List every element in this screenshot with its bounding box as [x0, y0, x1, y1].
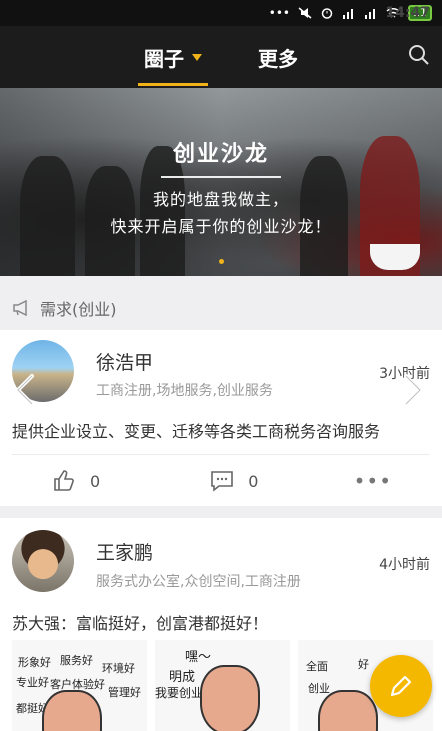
- compose-fab-button[interactable]: [370, 655, 432, 717]
- avatar[interactable]: [12, 530, 74, 592]
- meme-face: [42, 690, 102, 731]
- meme-text: 创业: [308, 682, 330, 695]
- search-icon[interactable]: [408, 44, 430, 66]
- meme-text: 好: [358, 658, 369, 671]
- megaphone-icon: [13, 300, 27, 316]
- like-button[interactable]: 0: [52, 469, 100, 493]
- meme-text: 我要创业: [155, 686, 204, 700]
- post-author-name[interactable]: 徐浩甲: [96, 348, 153, 375]
- carousel-indicator: [0, 259, 442, 264]
- comment-icon: [211, 471, 233, 492]
- divider: [12, 454, 430, 455]
- like-count: 0: [90, 471, 101, 491]
- active-tab-indicator: [138, 83, 208, 86]
- meme-text: 明成: [169, 670, 196, 685]
- post-image[interactable]: 形象好 服务好 专业好 客户体验好 环境好 管理好 都挺好: [12, 640, 147, 731]
- chevron-left-icon[interactable]: [10, 372, 42, 408]
- carousel-dot-active: [218, 259, 224, 264]
- tab-circle[interactable]: 圈子: [138, 26, 208, 88]
- post-content: 提供企业设立、变更、迁移等各类工商税务咨询服务: [12, 422, 381, 441]
- signal-icon-2: [365, 9, 375, 19]
- more-dots-icon: •••: [268, 6, 290, 20]
- thumbs-up-icon: [54, 470, 74, 491]
- coffee-cup-image: [370, 244, 420, 270]
- meme-text: 专业好: [16, 676, 49, 689]
- banner-subtitle: 我的地盘我做主， 快来开启属于你的创业沙龙！: [0, 186, 442, 240]
- post-card[interactable]: 徐浩甲 工商注册,场地服务,创业服务 3小时前 提供企业设立、变更、迁移等各类工…: [0, 330, 442, 506]
- mute-icon: [298, 7, 312, 19]
- more-options-icon[interactable]: •••: [354, 469, 392, 493]
- status-bar: 14:47 ••• 11: [0, 0, 442, 26]
- meme-text: 形象好: [18, 656, 51, 669]
- meme-text: 管理好: [108, 686, 141, 699]
- post-actions: 0 0 •••: [0, 458, 442, 504]
- post-author-tags: 服务式办公室,众创空间,工商注册: [96, 574, 301, 590]
- chevron-right-icon[interactable]: [396, 372, 428, 408]
- post-image[interactable]: 嘿～ 明成 我要创业: [155, 640, 290, 731]
- post-author-tags: 工商注册,场地服务,创业服务: [96, 383, 273, 399]
- banner-line-2: 快来开启属于你的创业沙龙！: [110, 217, 332, 236]
- edit-icon: [390, 675, 412, 697]
- alarm-icon: [321, 8, 333, 19]
- section-title: 需求(创业): [40, 300, 117, 319]
- meme-text: 嘿～: [185, 650, 212, 665]
- banner-title: 创业沙龙: [0, 136, 442, 178]
- comment-button[interactable]: 0: [210, 470, 258, 492]
- meme-face: [318, 690, 378, 731]
- section-header: 需求(创业): [0, 287, 442, 329]
- meme-text: 环境好: [102, 662, 135, 675]
- meme-text: 服务好: [60, 654, 93, 667]
- meme-text: 全面: [306, 660, 328, 673]
- banner-carousel[interactable]: 创业沙龙 我的地盘我做主， 快来开启属于你的创业沙龙！: [0, 88, 442, 276]
- top-nav: 圈子 更多: [0, 26, 442, 88]
- dropdown-caret-icon: [192, 53, 202, 61]
- tab-more-label: 更多: [258, 46, 298, 71]
- post-content: 苏大强：富临挺好，创富港都挺好！: [12, 614, 269, 633]
- banner-line-1: 我的地盘我做主，: [152, 190, 289, 209]
- post-author-name[interactable]: 王家鹏: [96, 538, 153, 565]
- meme-face: [200, 665, 260, 731]
- status-time: 14:47: [385, 5, 430, 21]
- tab-more[interactable]: 更多: [252, 26, 304, 88]
- signal-icon: [343, 9, 353, 19]
- comment-count: 0: [248, 471, 259, 491]
- post-time: 4小时前: [379, 557, 430, 573]
- tab-circle-label: 圈子: [144, 46, 184, 71]
